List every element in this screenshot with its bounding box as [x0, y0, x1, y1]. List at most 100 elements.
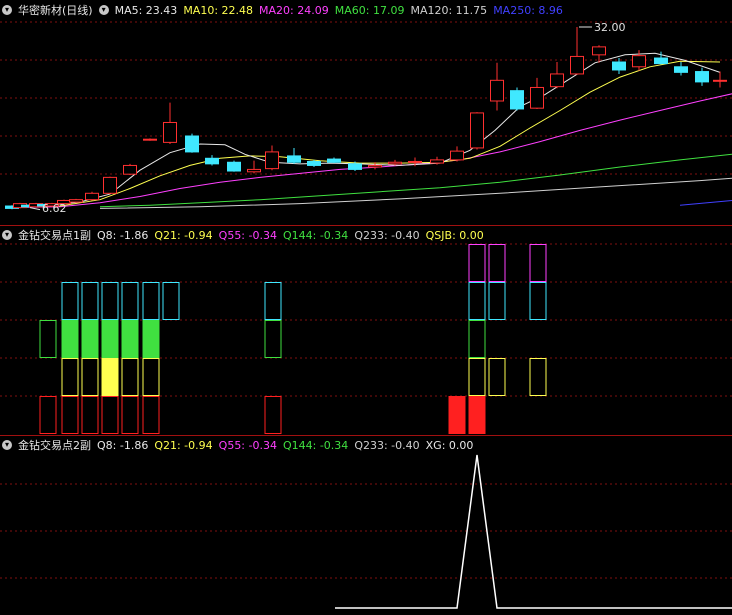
signal-bar-yellow	[529, 358, 547, 396]
signal-bar-cyan	[264, 282, 282, 320]
signal-bar-cyan	[142, 282, 160, 320]
candle-body	[470, 112, 484, 149]
indicator2-legend: Q8: -1.86 Q21: -0.94 Q55: -0.34 Q144: -0.34…	[97, 439, 479, 452]
indicator1-menu-icon[interactable]: ▾	[2, 230, 12, 240]
signal-bar-red	[264, 396, 282, 434]
signal-bar-green	[39, 320, 57, 358]
signal-bar-red	[142, 396, 160, 434]
candle-body	[103, 176, 117, 194]
signal-bar-red	[61, 396, 79, 434]
signal-bar-yellow	[101, 358, 119, 396]
signal-bar-red	[468, 396, 486, 434]
ind1-value-3: Q144: -0.34	[282, 228, 349, 242]
candlestick-chart[interactable]: 32.00 6.62	[0, 0, 732, 225]
signal-bar-cyan	[488, 282, 506, 320]
ma-value-5: MA250: 8.96	[493, 3, 563, 17]
candle-body	[327, 158, 341, 163]
signal-bar-magenta	[529, 244, 547, 282]
candle-body	[612, 61, 626, 71]
signal-bar-cyan	[468, 282, 486, 320]
ma-value-4: MA120: 11.75	[410, 3, 488, 17]
signal-bar-magenta	[488, 244, 506, 282]
candle-body	[490, 79, 504, 102]
indicator2-title: 金钻交易点2副	[18, 439, 91, 452]
candle-body	[450, 150, 464, 161]
indicator2-chart[interactable]	[0, 435, 732, 615]
ma120-line	[99, 177, 732, 209]
stock-title: 华密新材(日线)	[18, 4, 93, 17]
signal-bar-cyan	[81, 282, 99, 320]
low-pointer	[29, 207, 41, 211]
candle-body	[247, 168, 261, 173]
signal-bar-yellow	[488, 358, 506, 396]
ind2-value-1: Q21: -0.94	[154, 438, 213, 452]
settings-icon[interactable]: ▾	[98, 5, 109, 15]
ma-legend: MA5: 23.43 MA10: 22.48 MA20: 24.09 MA60: 17…	[115, 4, 569, 17]
indicator2-panel[interactable]: ▾ 金钻交易点2副 Q8: -1.86 Q21: -0.94 Q55: -0.34 Q…	[0, 435, 732, 615]
candle-body	[85, 192, 99, 201]
indicator1-header: ▾ 金钻交易点1副 Q8: -1.86 Q21: -0.94 Q55: -0.34 Q…	[2, 227, 496, 243]
ind2-value-4: Q233: -0.40	[354, 438, 420, 452]
xg-line	[335, 454, 732, 609]
signal-bar-red	[39, 396, 57, 434]
signal-bar-green	[61, 320, 79, 358]
candle-body	[287, 155, 301, 163]
candle-body	[205, 157, 219, 165]
candle-body	[123, 164, 137, 175]
signal-bar-yellow	[61, 358, 79, 396]
candle-body	[265, 151, 279, 170]
candle-body	[530, 86, 544, 109]
signal-bar-green	[264, 320, 282, 358]
candle-body	[695, 71, 709, 83]
ma-value-1: MA10: 22.48	[183, 3, 254, 17]
candle-body	[185, 135, 199, 153]
ind1-value-0: Q8: -1.86	[97, 228, 149, 242]
collapse-icon[interactable]: ▾	[2, 5, 12, 15]
signal-bar-red	[81, 396, 99, 434]
signal-bar-yellow	[468, 358, 486, 396]
ind2-value-3: Q144: -0.34	[282, 438, 349, 452]
high-price-label: 32.00	[594, 21, 626, 34]
signal-bar-red	[101, 396, 119, 434]
candle-body	[510, 90, 524, 110]
candle-body	[143, 138, 157, 141]
ma-value-2: MA20: 24.09	[259, 3, 329, 17]
candle-body	[632, 55, 646, 68]
ma250-line	[679, 200, 732, 206]
signal-bar-magenta	[468, 244, 486, 282]
indicator1-legend: Q8: -1.86 Q21: -0.94 Q55: -0.34 Q144: -0.34…	[97, 229, 490, 242]
signal-bar-yellow	[121, 358, 139, 396]
price-header: ▾ 华密新材(日线) ▾ MA5: 23.43 MA10: 22.48 MA20: …	[2, 2, 575, 18]
ind1-value-1: Q21: -0.94	[154, 228, 213, 242]
candle-body	[307, 160, 321, 166]
signal-bar-yellow	[142, 358, 160, 396]
signal-bar-cyan	[121, 282, 139, 320]
indicator1-chart[interactable]	[0, 225, 732, 435]
indicator1-panel[interactable]: ▾ 金钻交易点1副 Q8: -1.86 Q21: -0.94 Q55: -0.34 Q…	[0, 225, 732, 435]
signal-bar-green	[101, 320, 119, 358]
signal-bar-green	[468, 320, 486, 358]
signal-bar-green	[142, 320, 160, 358]
candle-body	[674, 66, 688, 73]
candle-body	[388, 161, 402, 165]
signal-bar-cyan	[162, 282, 180, 320]
indicator2-header: ▾ 金钻交易点2副 Q8: -1.86 Q21: -0.94 Q55: -0.34 Q…	[2, 437, 485, 453]
ind2-value-5: XG: 0.00	[425, 438, 474, 452]
low-price-label: 6.62	[42, 202, 67, 215]
price-chart-panel[interactable]: ▾ 华密新材(日线) ▾ MA5: 23.43 MA10: 22.48 MA20: …	[0, 0, 732, 225]
ma-value-3: MA60: 17.09	[334, 3, 405, 17]
candle-body	[69, 199, 83, 203]
indicator2-menu-icon[interactable]: ▾	[2, 440, 12, 450]
ind1-value-5: QSJB: 0.00	[425, 228, 484, 242]
signal-bar-cyan	[101, 282, 119, 320]
signal-bar-red	[121, 396, 139, 434]
candle-body	[430, 159, 444, 164]
candle-body	[592, 46, 606, 56]
candle-body	[713, 79, 727, 82]
signal-bar-cyan	[529, 282, 547, 320]
ind2-value-0: Q8: -1.86	[97, 438, 149, 452]
candle-body	[408, 160, 422, 163]
candle-body	[163, 121, 177, 143]
indicator1-title: 金钻交易点1副	[18, 229, 91, 242]
ind1-value-4: Q233: -0.40	[354, 228, 420, 242]
